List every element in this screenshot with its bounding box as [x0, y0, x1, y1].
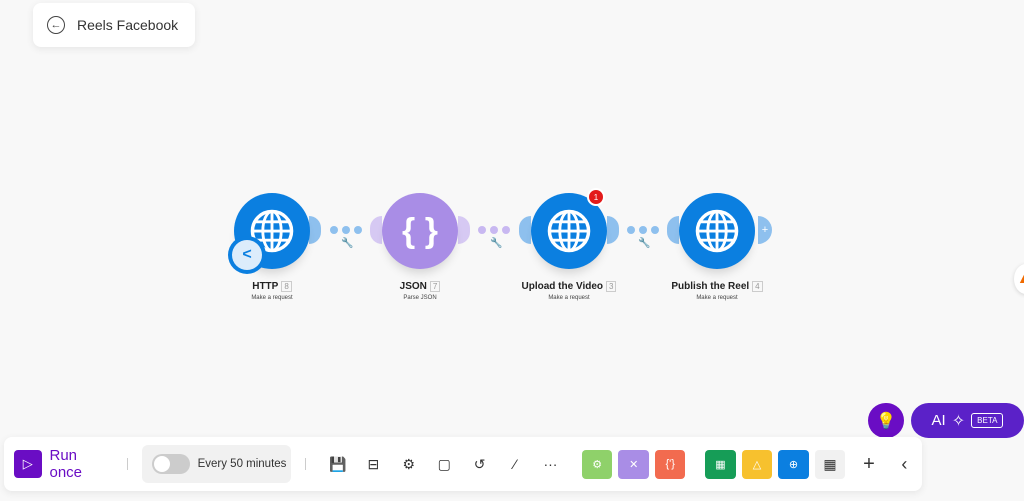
wrench-icon[interactable]: 🔧 [638, 238, 650, 249]
divider [305, 458, 307, 470]
hints-button[interactable]: 💡 [868, 403, 904, 438]
bottom-toolbar: ▷ Run once Every 50 minutes 💾 ⊟ ⚙ ▢ ↺ ⁄ ·… [4, 437, 922, 491]
module-label: Publish the Reel 4 [637, 281, 797, 292]
module-subtitle: Make a request [251, 295, 293, 301]
run-once-button[interactable]: ▷ Run once [14, 447, 113, 481]
undo-icon[interactable]: ↺ [462, 456, 497, 473]
module-connector [519, 216, 531, 244]
module-label: HTTP 8 [192, 281, 352, 292]
grid-icon[interactable]: ▦ [814, 449, 846, 479]
arrow-left-icon[interactable]: ← [47, 16, 65, 34]
route-dots [330, 226, 362, 234]
error-badge: 1 [587, 188, 605, 206]
module-subtitle: Make a request [548, 295, 590, 301]
flame-icon[interactable]: ▲ [1014, 264, 1024, 294]
scenario-title-card: ← Reels Facebook [33, 3, 195, 47]
ai-label: AI [931, 412, 946, 429]
module-connector [370, 216, 382, 244]
ai-button[interactable]: AI ✧ BETA [911, 403, 1024, 438]
gear-icon[interactable]: ⚙ [391, 456, 426, 473]
module-subtitle: Make a request [696, 295, 738, 301]
google-sheets-app-icon[interactable]: ▦ [705, 449, 736, 479]
module-json[interactable]: { } [382, 193, 458, 269]
schedule-label[interactable]: Every 50 minutes [198, 458, 287, 470]
module-connector [607, 216, 619, 244]
magic-wand-icon[interactable]: ⁄ [497, 456, 532, 472]
globe-icon [547, 209, 591, 253]
play-icon: ▷ [14, 450, 42, 478]
wrench-icon[interactable]: 🔧 [341, 238, 353, 249]
module-publish-reel[interactable] [679, 193, 755, 269]
add-module-icon[interactable]: + [758, 216, 772, 244]
tools-app-icon[interactable]: ⚙ [581, 449, 613, 479]
beta-badge: BETA [971, 413, 1004, 428]
module-connector [667, 216, 679, 244]
braces-icon: { } [402, 211, 438, 250]
module-connector [458, 216, 470, 244]
lightbulb-icon: 💡 [876, 412, 896, 430]
divider [126, 458, 128, 470]
plus-icon[interactable]: + [851, 453, 886, 476]
clock-icon[interactable]: < [228, 236, 266, 274]
chevron-left-icon[interactable]: ‹ [887, 454, 922, 475]
flow-control-app-icon[interactable]: ✕ [618, 449, 649, 479]
module-subtitle: Parse JSON [403, 295, 437, 301]
run-once-label: Run once [49, 447, 83, 481]
module-label: JSON 7 [340, 281, 500, 292]
text-parser-app-icon[interactable]: {'} [654, 449, 686, 479]
more-icon[interactable]: ··· [533, 456, 568, 472]
align-icon[interactable]: ⊟ [356, 456, 391, 473]
schedule-toggle[interactable] [151, 454, 190, 474]
http-app-icon[interactable]: ⊕ [778, 449, 809, 479]
note-icon[interactable]: ▢ [427, 456, 462, 473]
scenario-title[interactable]: Reels Facebook [77, 17, 178, 33]
globe-icon [695, 209, 739, 253]
module-label: Upload the Video 3 [489, 281, 649, 292]
route-dots [478, 226, 510, 234]
wrench-icon[interactable]: 🔧 [490, 238, 502, 249]
schedule-control: Every 50 minutes [141, 445, 292, 483]
sparkles-icon: ✧ [951, 412, 966, 430]
route-dots [627, 226, 659, 234]
google-drive-app-icon[interactable]: △ [741, 449, 773, 479]
module-connector [309, 216, 321, 244]
save-icon[interactable]: 💾 [320, 456, 355, 473]
